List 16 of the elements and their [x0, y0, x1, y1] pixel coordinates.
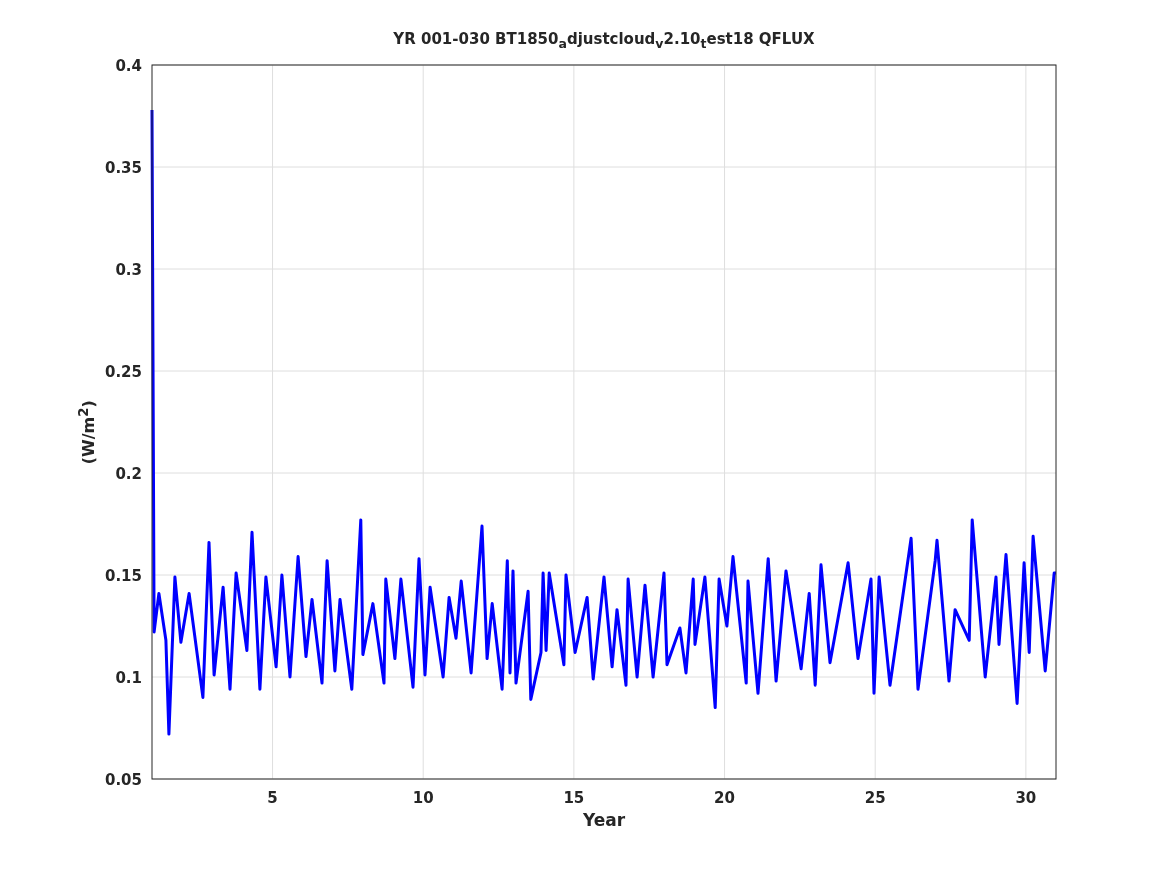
- tick-label: 20: [714, 789, 735, 807]
- tick-label: 10: [412, 789, 434, 807]
- tick-label: 15: [563, 789, 585, 807]
- tick-label: 0.25: [105, 363, 142, 381]
- tick-label: 25: [864, 789, 886, 807]
- tick-label: 0.15: [105, 567, 142, 585]
- tick-label: 0.2: [115, 465, 142, 483]
- axis-label: Year: [582, 810, 626, 830]
- tick-label: 0.4: [115, 57, 142, 75]
- tick-label: 0.1: [115, 669, 142, 687]
- tick-label: 0.3: [115, 261, 142, 279]
- tick-label: 0.35: [105, 159, 142, 177]
- tick-label: 0.05: [105, 771, 142, 789]
- chart-title: YR 001-030 BT1850$_{a}$djustcloud$_{v}$2.10$_{t}$est18 QFLUX: [392, 29, 816, 53]
- tick-label: 30: [1015, 789, 1037, 807]
- tick-label: 5: [267, 789, 278, 807]
